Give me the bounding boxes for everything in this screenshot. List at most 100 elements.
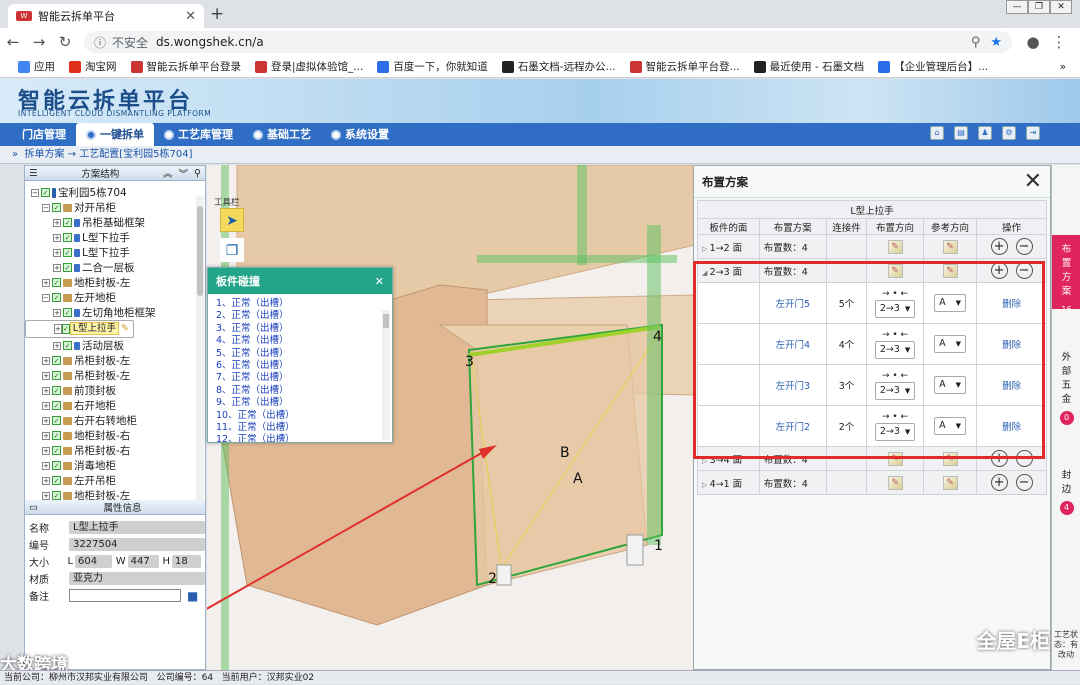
reload-icon[interactable]: ↻	[52, 33, 78, 51]
cursor-tool-icon[interactable]: ➤	[220, 208, 244, 232]
list-icon[interactable]: ☰	[29, 168, 38, 179]
face-cell[interactable]: ▷ 4→1 面	[697, 470, 760, 495]
collision-item[interactable]: 6、正常（出槽）	[216, 360, 392, 372]
tree-item[interactable]: + ✓ 吊柜封板-左	[25, 353, 205, 368]
expand-icon[interactable]: +	[53, 233, 61, 242]
checkbox[interactable]: ✓	[52, 431, 61, 440]
nav-item[interactable]: 门店管理	[12, 123, 76, 146]
checkbox[interactable]: ✓	[63, 308, 72, 317]
close-tab-icon[interactable]: ✕	[185, 9, 196, 24]
bookmark-item[interactable]: 智能云拆单平台登录	[130, 59, 241, 74]
add-icon[interactable]: +	[990, 474, 1008, 491]
checkbox[interactable]: ✓	[52, 371, 61, 380]
bookmark-star-icon[interactable]: ★	[990, 35, 1002, 50]
expand-icon[interactable]: +	[53, 341, 61, 350]
collision-item[interactable]: 1、正常（出槽）	[216, 298, 392, 310]
save-icon[interactable]: ■	[187, 589, 198, 603]
nav-item[interactable]: 系统设置	[321, 123, 399, 146]
expand-icon[interactable]: +	[42, 491, 50, 500]
tree-item[interactable]: + ✓ 右开地柜	[25, 398, 205, 413]
bookmark-item[interactable]: 石墨文档-远程办公...	[501, 59, 616, 74]
expand-icon[interactable]: +	[42, 431, 50, 440]
tree-item[interactable]: + ✓ 吊柜封板-右	[25, 443, 205, 458]
collision-item[interactable]: 2、正常（出槽）	[216, 310, 392, 322]
forward-icon[interactable]: →	[26, 33, 52, 51]
edit-reference-icon[interactable]: ✎	[942, 239, 958, 254]
checkbox[interactable]: ✓	[63, 218, 72, 227]
checkbox[interactable]: ✓	[61, 324, 70, 334]
minimize-button[interactable]: —	[1006, 0, 1028, 14]
expand-icon[interactable]: +	[42, 446, 50, 455]
remove-icon[interactable]: −	[1015, 474, 1033, 491]
omnibox[interactable]: ⓘ 不安全 ds.wongshek.cn/a ⚲ ★	[84, 31, 1012, 53]
note-icon[interactable]: ▤	[954, 126, 968, 140]
home-icon[interactable]: ⌂	[930, 126, 944, 140]
profile-icon[interactable]: ●	[1020, 33, 1046, 51]
checkbox[interactable]: ✓	[52, 386, 61, 395]
browser-tab[interactable]: W 智能云拆单平台 ✕	[8, 4, 204, 28]
nav-item[interactable]: 一键拆单	[76, 123, 154, 146]
tree-item[interactable]: + ✓ 前顶封板	[25, 383, 205, 398]
search-icon[interactable]: ⚲	[194, 168, 201, 179]
tree-item[interactable]: + ✓ 活动层板	[25, 338, 205, 353]
collision-item[interactable]: 12、正常（出槽）	[216, 434, 392, 442]
back-icon[interactable]: ←	[0, 33, 26, 51]
expand-icon[interactable]: +	[53, 263, 61, 272]
collapse-icon[interactable]: −	[42, 203, 50, 212]
bookmark-item[interactable]: 登录|虚拟体验馆_...	[255, 59, 363, 74]
checkbox[interactable]: ✓	[52, 446, 61, 455]
expand-icon[interactable]: +	[42, 278, 50, 287]
bookmark-item[interactable]: 最近使用 - 石墨文档	[753, 59, 864, 74]
close-icon[interactable]: ✕	[375, 275, 384, 288]
tree-item[interactable]: + ✓ 左切角地柜框架	[25, 305, 205, 320]
edit-direction-icon[interactable]: ✎	[887, 239, 903, 254]
tree-item[interactable]: + ✓ L型上拉手 ✎	[25, 320, 135, 338]
breadcrumb-text[interactable]: 拆单方案 → 工艺配置[宝利园5栋704]	[24, 149, 192, 160]
logout-icon[interactable]: ⇥	[1026, 126, 1040, 140]
sidebar-tab[interactable]: 封边 4	[1052, 465, 1080, 515]
checkbox[interactable]: ✓	[63, 248, 72, 257]
bookmark-item[interactable]: 应用	[18, 59, 55, 74]
collapse-all-icon[interactable]: ︾	[179, 166, 189, 180]
bookmark-item[interactable]: 淘宝网	[69, 59, 117, 74]
tree-item[interactable]: + ✓ L型下拉手	[25, 245, 205, 260]
collision-item[interactable]: 5、正常（出槽）	[216, 348, 392, 360]
collision-item[interactable]: 3、正常（出槽）	[216, 323, 392, 335]
checkbox[interactable]: ✓	[52, 293, 61, 302]
checkbox[interactable]: ✓	[63, 341, 72, 350]
checkbox[interactable]: ✓	[52, 416, 61, 425]
collision-scrollbar[interactable]	[382, 310, 390, 440]
tree-item[interactable]: − ✓ 宝利园5栋704	[25, 185, 205, 200]
more-bookmarks-icon[interactable]: »	[1060, 61, 1080, 73]
collision-item[interactable]: 4、正常（出槽）	[216, 335, 392, 347]
tree-item[interactable]: + ✓ 吊柜基础框架	[25, 215, 205, 230]
checkbox[interactable]: ✓	[63, 263, 72, 272]
expand-icon[interactable]: +	[54, 324, 62, 334]
add-icon[interactable]: +	[990, 238, 1008, 255]
collision-item[interactable]: 8、正常（出槽）	[216, 385, 392, 397]
expand-icon[interactable]: +	[53, 308, 61, 317]
collision-item[interactable]: 7、正常（出槽）	[216, 372, 392, 384]
expand-icon[interactable]: +	[42, 476, 50, 485]
url-text[interactable]: ds.wongshek.cn/a	[156, 35, 961, 49]
menu-icon[interactable]: ⋮	[1046, 33, 1072, 51]
tree-item[interactable]: − ✓ 左开地柜	[25, 290, 205, 305]
checkbox[interactable]: ✓	[63, 233, 72, 242]
expand-icon[interactable]: +	[53, 218, 61, 227]
expand-icon[interactable]: +	[42, 386, 50, 395]
expand-icon[interactable]: +	[42, 371, 50, 380]
nav-item[interactable]: 工艺库管理	[154, 123, 243, 146]
checkbox[interactable]: ✓	[41, 188, 50, 197]
edit-icon[interactable]: ✎	[121, 323, 129, 334]
checkbox[interactable]: ✓	[52, 401, 61, 410]
remove-icon[interactable]: −	[1015, 238, 1033, 255]
expand-icon[interactable]: +	[42, 416, 50, 425]
checkbox[interactable]: ✓	[52, 491, 61, 500]
collision-item[interactable]: 9、正常（出槽）	[216, 397, 392, 409]
settings-icon[interactable]: ⚙	[1002, 126, 1016, 140]
close-icon[interactable]: ✕	[1024, 169, 1042, 194]
checkbox[interactable]: ✓	[52, 278, 61, 287]
nav-item[interactable]: 基础工艺	[243, 123, 321, 146]
caret-right-icon[interactable]: ▷	[702, 481, 710, 489]
close-window-button[interactable]: ✕	[1050, 0, 1072, 14]
